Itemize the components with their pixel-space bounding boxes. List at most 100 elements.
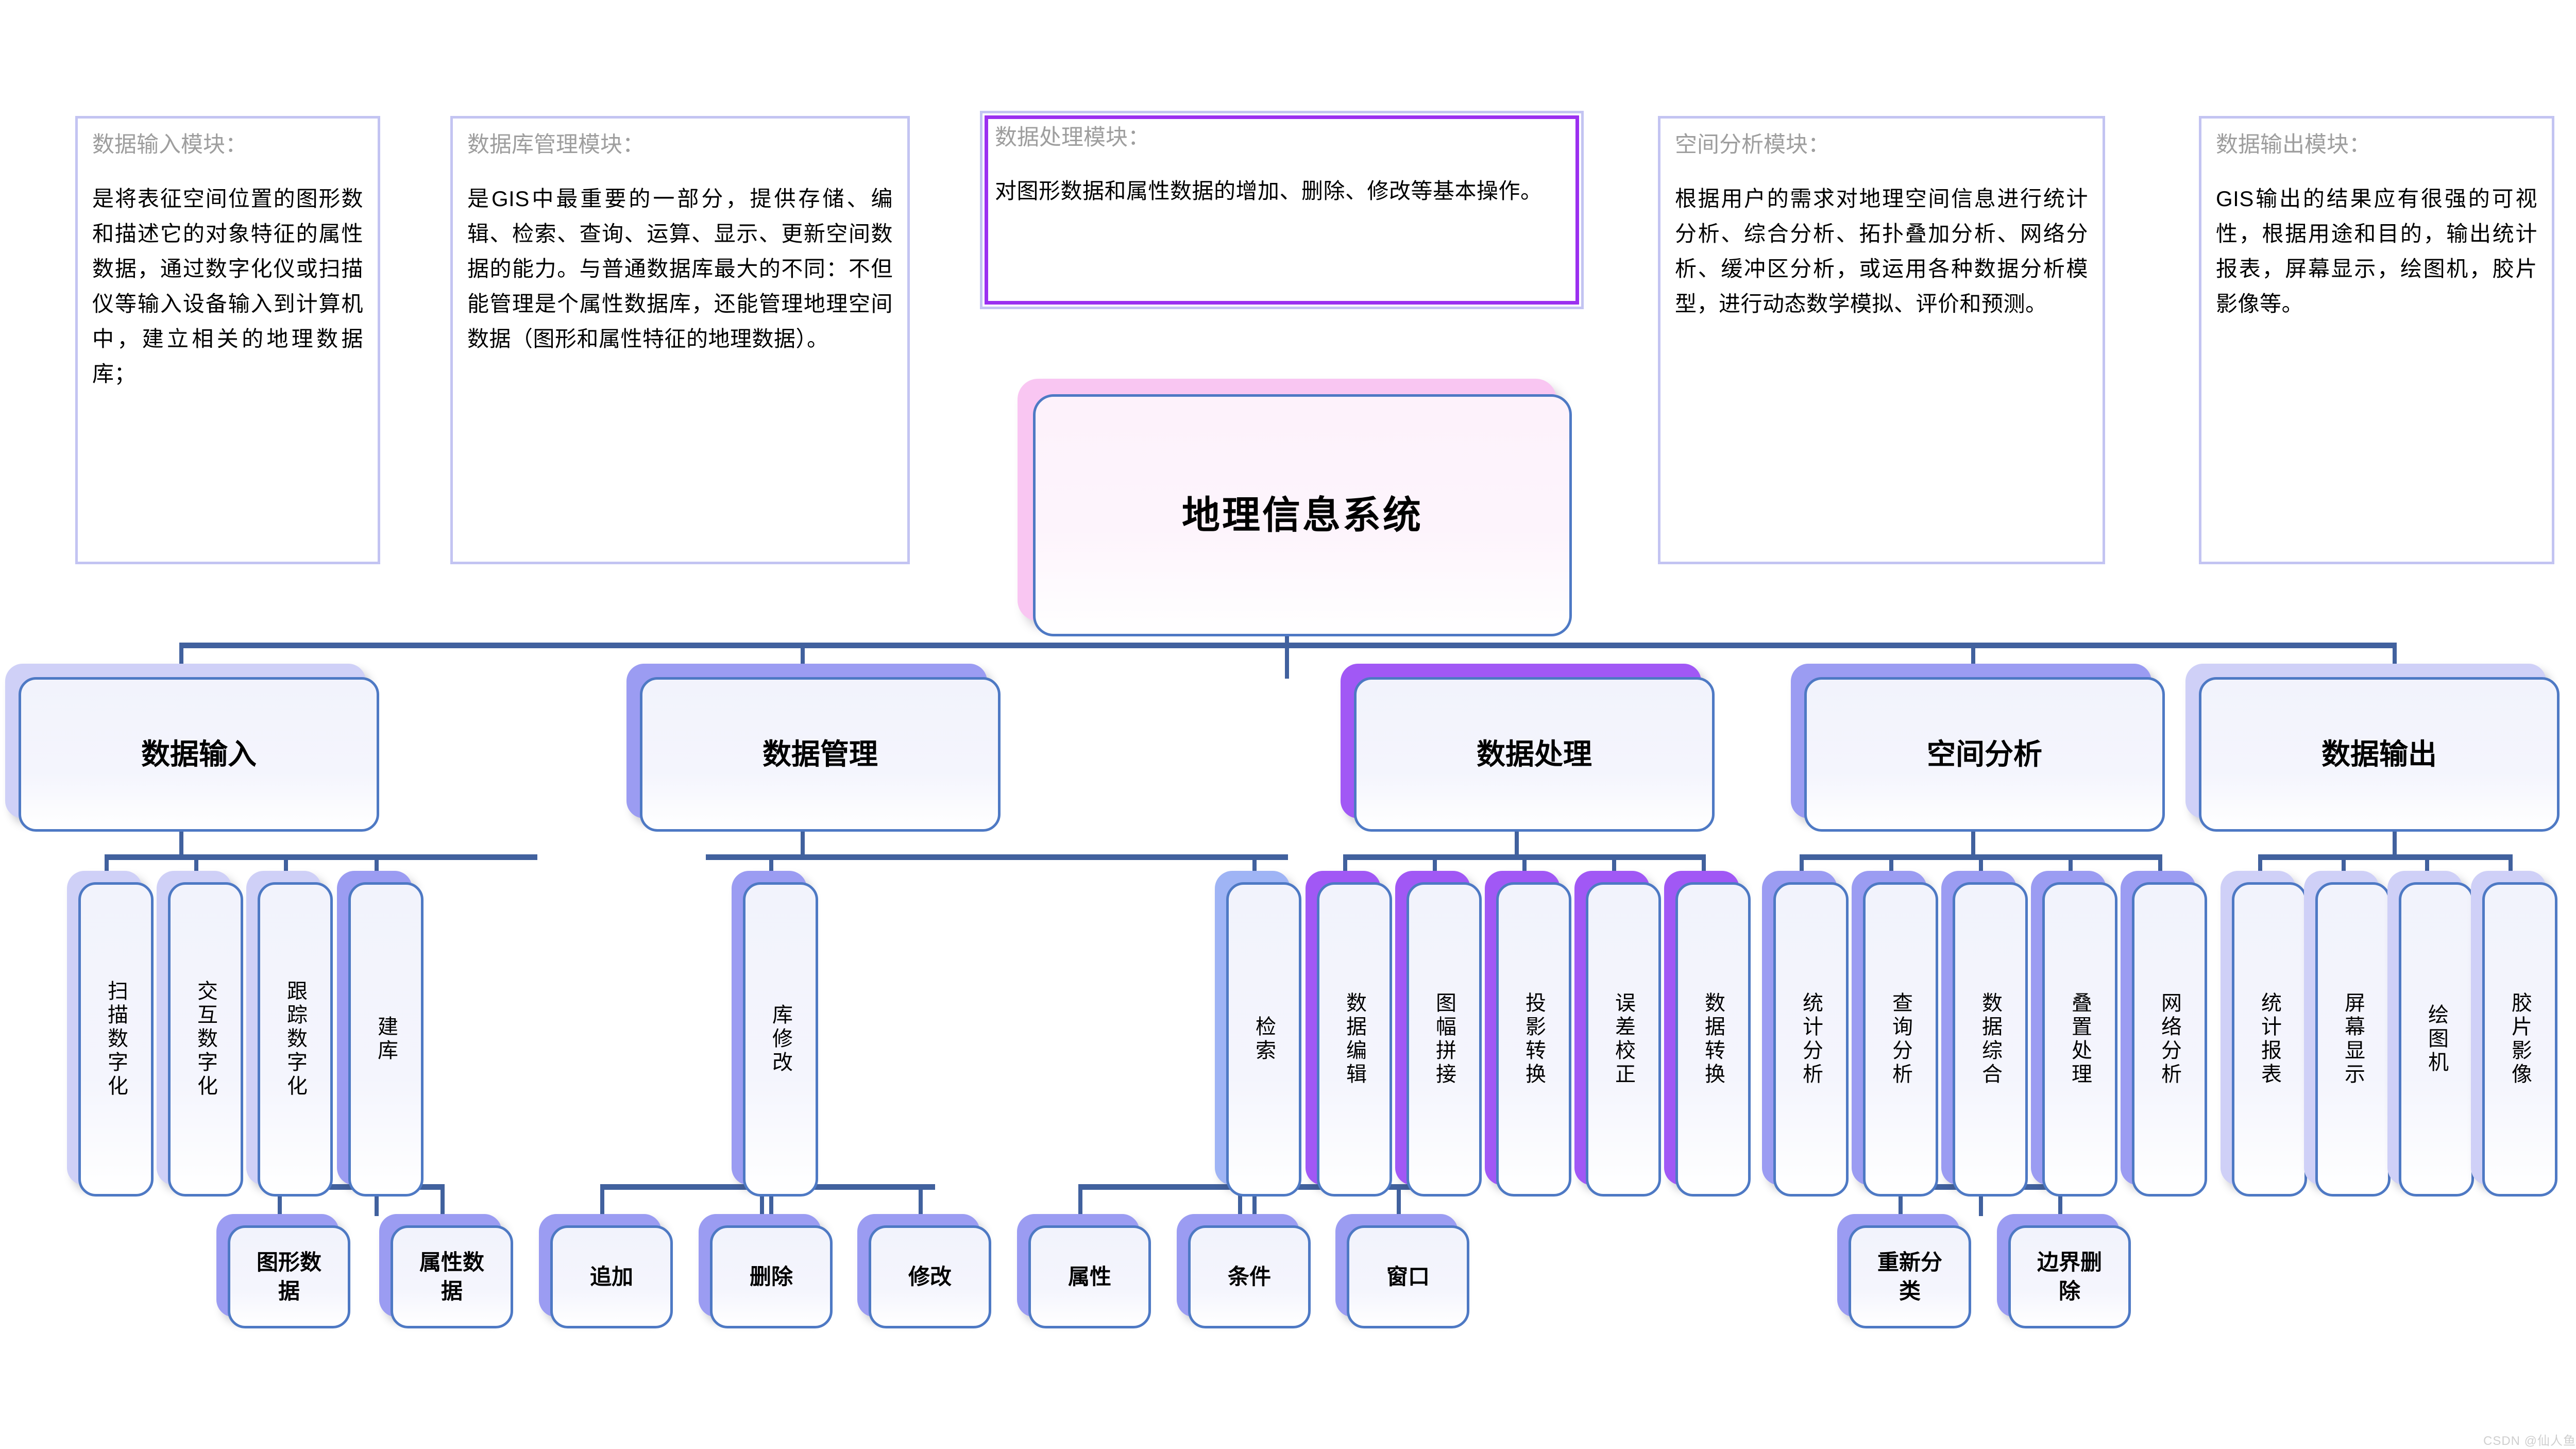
node-error-correction[interactable]: 误差校正	[1574, 871, 1661, 1197]
node-label: 投影转换	[1522, 992, 1545, 1087]
node-label: 数据处理	[1477, 738, 1592, 771]
connector-line	[1397, 1184, 1401, 1215]
description-title: 数据处理模块：	[995, 125, 1150, 150]
node-build-database[interactable]: 建库	[337, 871, 423, 1197]
node-label: 库修改	[769, 1004, 792, 1075]
node-label: 绘图机	[2425, 1004, 2448, 1075]
node-label: 跟踪数字化	[284, 980, 307, 1099]
description-body: 对图形数据和属性数据的增加、删除、修改等基本操作。	[995, 178, 1543, 203]
description-body: 根据用户的需求对地理空间信息进行统计分析、综合分析、拓扑叠加分析、网络分析、缓冲…	[1675, 186, 2088, 316]
node-card: 扫描数字化	[78, 882, 154, 1197]
node-card: 数据处理	[1354, 677, 1715, 832]
node-label: 交互数字化	[194, 980, 217, 1099]
description-title: 数据输出模块：	[2216, 132, 2371, 157]
connector-line	[440, 1184, 445, 1215]
connector-line	[2258, 854, 2510, 860]
node-sheet-mosaic[interactable]: 图幅拼接	[1395, 871, 1482, 1197]
node-card: 属性	[1028, 1225, 1151, 1328]
node-card: 库修改	[743, 882, 818, 1197]
node-label: 数据管理	[762, 738, 878, 771]
node-statistical-report[interactable]: 统计报表	[2221, 871, 2307, 1197]
node-spatial-analysis[interactable]: 空间分析	[1791, 664, 2165, 832]
node-label: 检索	[1252, 1016, 1275, 1063]
node-card: 统计报表	[2232, 882, 2307, 1197]
node-label: 地理信息系统	[1182, 494, 1423, 537]
node-film-image[interactable]: 胶片影像	[2471, 871, 2557, 1197]
node-window[interactable]: 窗口	[1335, 1214, 1469, 1328]
diagram-canvas: 数据输入模块： 是将表征空间位置的图形数和描述它的对象特征的属性数据，通过数字化仪…	[0, 0, 2576, 1449]
node-projection-transform[interactable]: 投影转换	[1485, 871, 1571, 1197]
node-append[interactable]: 追加	[539, 1214, 673, 1328]
description-title: 空间分析模块：	[1675, 132, 1830, 157]
node-library-modify[interactable]: 库修改	[732, 871, 818, 1197]
node-data-processing[interactable]: 数据处理	[1341, 664, 1715, 832]
node-label: 追加	[589, 1264, 633, 1289]
node-label: 数据综合	[1979, 992, 2002, 1087]
node-label: 数据输出	[2321, 738, 2437, 771]
node-interactive-digitize[interactable]: 交互数字化	[157, 871, 243, 1197]
connector-line	[706, 854, 1288, 860]
node-root-geographic-information-system[interactable]: 地理信息系统	[1018, 379, 1572, 636]
node-card: 跟踪数字化	[258, 882, 333, 1197]
node-scan-digitize[interactable]: 扫描数字化	[67, 871, 154, 1197]
node-card: 检索	[1226, 882, 1301, 1197]
node-delete[interactable]: 删除	[699, 1214, 833, 1328]
node-card: 叠置处理	[2042, 882, 2117, 1197]
node-attribute-data[interactable]: 属性数据	[379, 1214, 513, 1328]
description-body: GIS输出的结果应有很强的可视性，根据用途和目的，输出统计报表，屏幕显示，绘图机…	[2216, 186, 2537, 316]
node-card: 绘图机	[2399, 882, 2474, 1197]
node-data-conversion[interactable]: 数据转换	[1664, 871, 1751, 1197]
node-card: 数据输出	[2199, 677, 2560, 832]
node-card: 属性数据	[391, 1225, 513, 1328]
description-box-database-management-module: 数据库管理模块： 是GIS中最重要的一部分，提供存储、编辑、检索、查询、运算、显示…	[450, 116, 910, 564]
node-query-analysis[interactable]: 查询分析	[1852, 871, 1938, 1197]
node-overlay-processing[interactable]: 叠置处理	[2031, 871, 2117, 1197]
node-card: 空间分析	[1804, 677, 2165, 832]
node-data-editing[interactable]: 数据编辑	[1306, 871, 1392, 1197]
node-data-input[interactable]: 数据输入	[5, 664, 379, 832]
description-box-data-processing-module: 数据处理模块： 对图形数据和属性数据的增加、删除、修改等基本操作。	[980, 111, 1584, 309]
node-retrieval[interactable]: 检索	[1215, 871, 1301, 1197]
node-network-analysis[interactable]: 网络分析	[2121, 871, 2207, 1197]
node-plotter[interactable]: 绘图机	[2387, 871, 2474, 1197]
node-data-management[interactable]: 数据管理	[626, 664, 1001, 832]
node-card: 修改	[869, 1225, 991, 1328]
node-screen-display[interactable]: 屏幕显示	[2304, 871, 2391, 1197]
node-label: 数据编辑	[1343, 992, 1366, 1087]
description-box-data-input-module: 数据输入模块： 是将表征空间位置的图形数和描述它的对象特征的属性数据，通过数字化仪…	[75, 116, 380, 564]
node-card: 数据输入	[19, 677, 379, 832]
node-statistical-analysis[interactable]: 统计分析	[1762, 871, 1849, 1197]
node-data-generalization[interactable]: 数据综合	[1941, 871, 2028, 1197]
node-card: 图形数据	[228, 1225, 350, 1328]
node-label: 数据转换	[1702, 992, 1724, 1087]
node-label: 条件	[1227, 1264, 1271, 1289]
node-label: 扫描数字化	[105, 980, 127, 1099]
connector-line	[105, 854, 537, 860]
node-label: 边界删除	[2037, 1250, 2102, 1303]
node-label: 胶片影像	[2509, 992, 2531, 1087]
node-graphic-data[interactable]: 图形数据	[216, 1214, 350, 1328]
node-reclassify[interactable]: 重新分类	[1837, 1214, 1971, 1328]
node-condition[interactable]: 条件	[1177, 1214, 1311, 1328]
node-label: 窗口	[1386, 1264, 1430, 1289]
node-label: 网络分析	[2158, 992, 2181, 1087]
node-modify[interactable]: 修改	[857, 1214, 991, 1328]
node-card: 统计分析	[1773, 882, 1849, 1197]
description-box-spatial-analysis-module: 空间分析模块： 根据用户的需求对地理空间信息进行统计分析、综合分析、拓扑叠加分析、…	[1658, 116, 2105, 564]
node-card: 数据编辑	[1317, 882, 1392, 1197]
node-attribute[interactable]: 属性	[1017, 1214, 1151, 1328]
node-card: 误差校正	[1586, 882, 1661, 1197]
node-card: 网络分析	[2132, 882, 2207, 1197]
node-card: 条件	[1188, 1225, 1311, 1328]
node-card: 查询分析	[1863, 882, 1938, 1197]
node-label: 建库	[375, 1016, 397, 1063]
node-boundary-delete[interactable]: 边界删除	[1997, 1214, 2131, 1328]
node-label: 数据输入	[141, 738, 257, 771]
node-trace-digitize[interactable]: 跟踪数字化	[246, 871, 333, 1197]
node-card: 图幅拼接	[1406, 882, 1482, 1197]
node-card: 重新分类	[1849, 1225, 1971, 1328]
node-data-output[interactable]: 数据输出	[2185, 664, 2560, 832]
node-card: 数据转换	[1675, 882, 1751, 1197]
node-label: 图形数据	[256, 1250, 321, 1303]
node-card: 窗口	[1347, 1225, 1469, 1328]
